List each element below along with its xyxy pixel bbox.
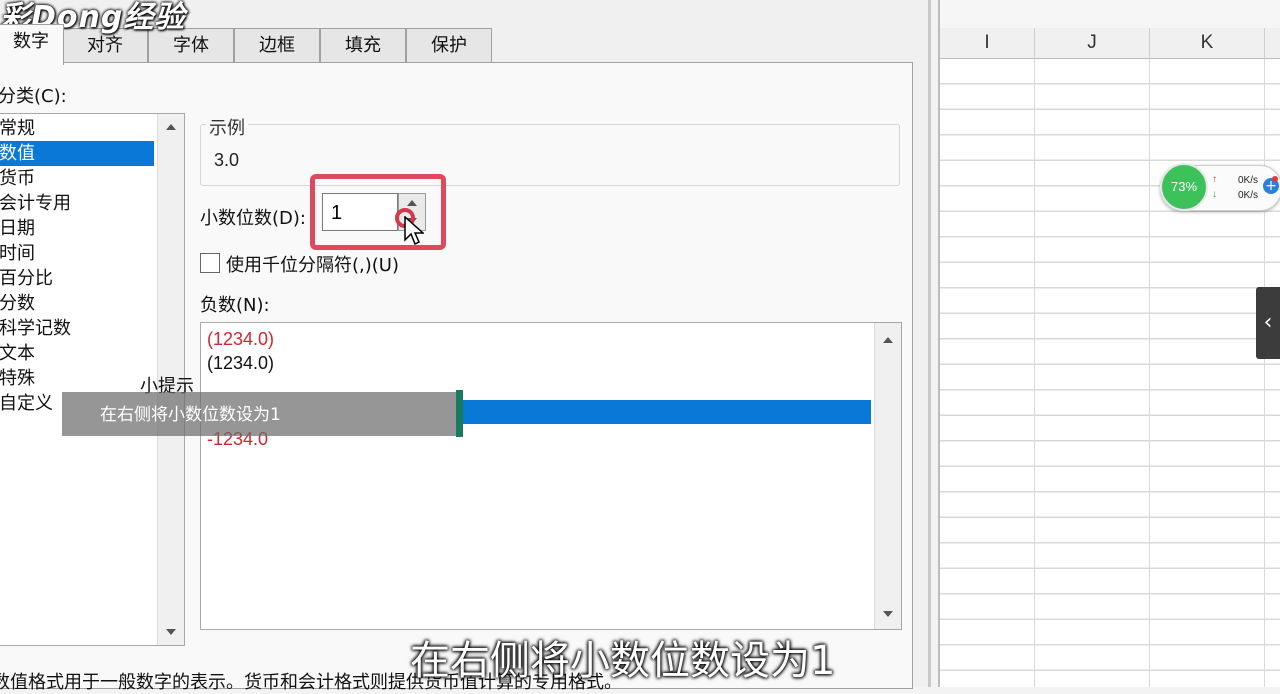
video-caption: 在右侧将小数位数设为1 — [410, 638, 836, 684]
download-speed: 0K/s — [1238, 190, 1259, 201]
grid-line — [1034, 59, 1035, 687]
sample-value: 3.0 — [214, 150, 240, 170]
sample-title: 示例 — [206, 114, 248, 140]
column-header-j[interactable]: J — [1035, 28, 1150, 59]
category-item-text[interactable]: 文本 — [0, 341, 154, 366]
scroll-down-icon[interactable] — [166, 629, 176, 635]
category-item-accounting[interactable]: 会计专用 — [0, 191, 154, 216]
scroll-up-icon[interactable] — [166, 124, 176, 130]
category-item-percentage[interactable]: 百分比 — [0, 266, 154, 291]
notification-dot-icon — [1272, 176, 1278, 182]
upload-speed: 0K/s — [1238, 175, 1259, 186]
highlight-box — [310, 174, 446, 250]
chevron-left-icon[interactable]: ‹ — [1256, 287, 1280, 359]
category-item-fraction[interactable]: 分数 — [0, 291, 154, 316]
column-header-k[interactable]: K — [1150, 28, 1265, 59]
upload-arrow-icon: ↑ — [1212, 174, 1217, 185]
scroll-down-icon[interactable] — [883, 611, 893, 617]
scroll-up-icon[interactable] — [883, 337, 893, 343]
category-item-date[interactable]: 日期 — [0, 216, 154, 241]
sample-group — [200, 124, 900, 186]
column-header-l[interactable] — [1265, 28, 1280, 59]
tip-accent-bar — [456, 390, 463, 437]
grid-line — [1149, 59, 1150, 687]
sheet-grid[interactable] — [940, 59, 1280, 687]
category-item-special[interactable]: 特殊 — [0, 366, 154, 391]
category-item-scientific[interactable]: 科学记数 — [0, 316, 154, 341]
negative-item[interactable]: (1234.0) — [207, 351, 274, 376]
negative-numbers-label: 负数(N): — [200, 295, 270, 316]
category-item-number[interactable]: 数值 — [0, 141, 154, 166]
category-item-general[interactable]: 常规 — [0, 116, 154, 141]
category-item-currency[interactable]: 货币 — [0, 166, 154, 191]
thousands-separator-label[interactable]: 使用千位分隔符(,)(U) — [226, 251, 399, 277]
mouse-cursor-icon — [404, 216, 424, 246]
decimal-places-label: 小数位数(D): — [200, 208, 306, 229]
negative-scrollbar[interactable] — [874, 323, 901, 629]
thousands-separator-checkbox[interactable] — [200, 253, 220, 273]
sheet-top-band — [940, 0, 1280, 29]
category-label: 分类(C): — [0, 86, 67, 107]
tab-number[interactable]: 数字 — [0, 24, 64, 65]
tip-text: 在右侧将小数位数设为1 — [100, 405, 281, 425]
spreadsheet-area: I J K — [938, 0, 1280, 687]
tab-border[interactable]: 边框 — [234, 28, 320, 63]
category-item-time[interactable]: 时间 — [0, 241, 154, 266]
tab-fill[interactable]: 填充 — [320, 28, 406, 63]
negative-item-selected[interactable] — [462, 400, 871, 424]
negative-item[interactable]: (1234.0) — [207, 327, 274, 352]
negative-numbers-list[interactable]: (1234.0) (1234.0) -1234.0 — [200, 322, 902, 630]
download-arrow-icon: ↓ — [1212, 189, 1217, 200]
memory-percent-badge[interactable]: 73% — [1160, 163, 1208, 211]
column-header-i[interactable]: I — [940, 28, 1035, 59]
grid-line — [1264, 59, 1265, 687]
tab-protection[interactable]: 保护 — [406, 28, 492, 63]
